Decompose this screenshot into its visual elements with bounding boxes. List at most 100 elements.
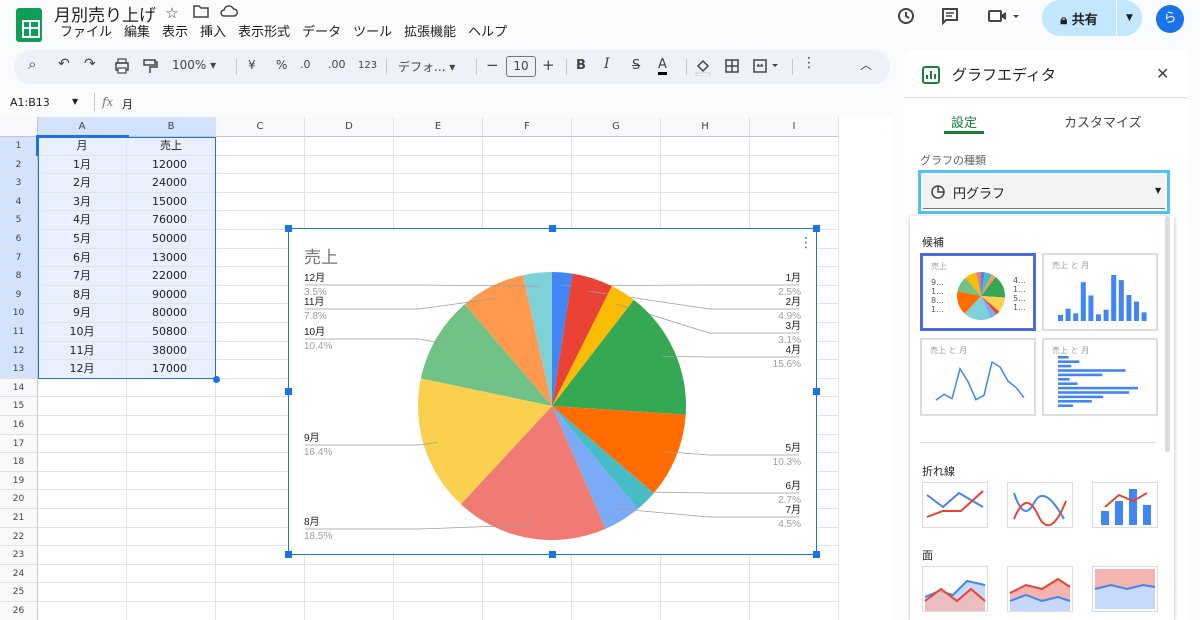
- cell[interactable]: 月: [36, 135, 129, 158]
- cell[interactable]: [483, 137, 572, 156]
- cell[interactable]: [394, 564, 483, 584]
- name-box-dropdown-icon[interactable]: ▼: [72, 97, 78, 106]
- meet-video-icon[interactable]: [984, 6, 1024, 34]
- column-header[interactable]: D: [305, 117, 394, 137]
- resize-handle[interactable]: [813, 225, 820, 232]
- cell[interactable]: [750, 137, 839, 156]
- increase-decimal-button[interactable]: .00: [328, 58, 346, 71]
- cell[interactable]: [38, 471, 127, 491]
- suggested-bar-thumb[interactable]: 売上 と 月: [1042, 338, 1158, 416]
- row-header[interactable]: 15: [0, 397, 38, 416]
- resize-handle[interactable]: [285, 225, 292, 232]
- row-header[interactable]: 18: [0, 453, 38, 472]
- cell[interactable]: [572, 192, 661, 212]
- cell[interactable]: 1月: [38, 155, 127, 175]
- cell[interactable]: [394, 174, 483, 193]
- borders-icon[interactable]: [724, 58, 740, 77]
- resize-handle[interactable]: [549, 551, 556, 558]
- strikethrough-button[interactable]: S: [632, 58, 640, 73]
- cell[interactable]: [305, 583, 394, 602]
- cell[interactable]: [483, 602, 572, 620]
- row-header[interactable]: 7: [0, 248, 38, 268]
- cell[interactable]: [661, 583, 750, 602]
- cell[interactable]: [216, 174, 305, 193]
- cell[interactable]: [305, 174, 394, 193]
- cell[interactable]: 17000: [127, 360, 216, 379]
- document-title[interactable]: 月別売り上げ: [54, 1, 156, 26]
- share-dropdown-icon[interactable]: ▼: [1116, 0, 1142, 36]
- pie-chart[interactable]: 1月 2.5% 2月 4.9% 3月 3.1% 4月 15.6% 5月 10.3% 6月 2.7% 7月…: [285, 225, 820, 558]
- cell[interactable]: [572, 564, 661, 584]
- cell[interactable]: [127, 602, 216, 620]
- menu-item[interactable]: ツール: [347, 24, 398, 42]
- row-header[interactable]: 24: [0, 564, 38, 584]
- column-header[interactable]: F: [483, 117, 572, 137]
- row-header[interactable]: 6: [0, 230, 38, 249]
- fill-color-icon[interactable]: [694, 58, 712, 79]
- tab-setup[interactable]: 設定: [944, 112, 984, 131]
- cell[interactable]: 9月: [38, 304, 127, 323]
- text-color-button[interactable]: A: [658, 58, 667, 75]
- chart-menu-icon[interactable]: ⋮: [799, 235, 813, 251]
- font-select[interactable]: デフォ... ▾: [398, 58, 455, 75]
- resize-handle[interactable]: [813, 388, 820, 395]
- row-header[interactable]: 16: [0, 416, 38, 435]
- resize-handle[interactable]: [549, 225, 556, 232]
- cell[interactable]: [127, 378, 216, 398]
- cell[interactable]: 12000: [127, 155, 216, 175]
- cell[interactable]: [394, 602, 483, 620]
- cell[interactable]: [127, 527, 216, 547]
- row-header[interactable]: 3: [0, 174, 38, 193]
- column-header[interactable]: A: [38, 117, 127, 137]
- cell[interactable]: [127, 583, 216, 602]
- cell[interactable]: 10月: [38, 323, 127, 342]
- cell[interactable]: [38, 416, 127, 435]
- merge-cells-icon[interactable]: [752, 58, 780, 77]
- cell[interactable]: [305, 137, 394, 156]
- column-header[interactable]: B: [127, 117, 216, 137]
- cell[interactable]: [38, 546, 127, 565]
- font-size-decrease-button[interactable]: −: [486, 56, 499, 74]
- cell[interactable]: [216, 137, 305, 156]
- row-header[interactable]: 25: [0, 583, 38, 602]
- star-icon[interactable]: ☆: [163, 4, 181, 22]
- cell[interactable]: [127, 490, 216, 509]
- cell[interactable]: [305, 155, 394, 175]
- cell[interactable]: 50000: [127, 230, 216, 249]
- cell[interactable]: [394, 137, 483, 156]
- number-format-button[interactable]: 123: [358, 60, 377, 71]
- suggested-pie-thumb[interactable]: 売上 9... 1... 8... 1... 4... 1... 5... 1...: [920, 253, 1036, 331]
- scrollbar[interactable]: [1165, 216, 1170, 452]
- column-header[interactable]: E: [394, 117, 483, 137]
- cell[interactable]: 売上: [127, 137, 216, 156]
- cell[interactable]: [305, 602, 394, 620]
- cell[interactable]: [38, 564, 127, 584]
- area-chart-option[interactable]: [922, 566, 988, 612]
- row-header[interactable]: 17: [0, 434, 38, 454]
- row-header[interactable]: 26: [0, 602, 38, 620]
- sheets-logo-icon[interactable]: [16, 8, 42, 42]
- cell[interactable]: [127, 471, 216, 491]
- search-icon[interactable]: ⌕: [28, 55, 36, 73]
- fill-handle[interactable]: [213, 375, 220, 383]
- cell[interactable]: 12月: [38, 360, 127, 379]
- font-size-increase-button[interactable]: +: [542, 56, 555, 74]
- redo-icon[interactable]: ↷: [84, 56, 96, 72]
- cell[interactable]: [127, 564, 216, 584]
- cell[interactable]: [483, 174, 572, 193]
- cell[interactable]: 3月: [38, 192, 127, 212]
- menu-item[interactable]: ヘルプ: [462, 24, 513, 42]
- menu-item[interactable]: 表示形式: [232, 24, 296, 42]
- cell[interactable]: [572, 583, 661, 602]
- collapse-toolbar-icon[interactable]: ︿: [860, 56, 872, 73]
- cell[interactable]: 5月: [38, 230, 127, 249]
- version-history-icon[interactable]: [892, 6, 920, 34]
- cell[interactable]: 90000: [127, 285, 216, 305]
- cell[interactable]: [483, 192, 572, 212]
- cell[interactable]: [394, 583, 483, 602]
- cell[interactable]: [483, 155, 572, 175]
- cell[interactable]: [127, 434, 216, 454]
- row-header[interactable]: 8: [0, 267, 38, 286]
- cell[interactable]: [127, 509, 216, 528]
- move-folder-icon[interactable]: [192, 4, 210, 22]
